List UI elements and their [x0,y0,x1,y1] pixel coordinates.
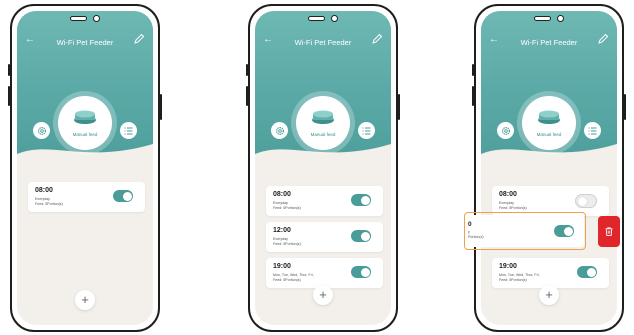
notch [70,15,100,22]
manual-feed-button[interactable]: Manual feed [296,96,350,150]
manual-feed-button[interactable]: Manual feed [58,96,112,150]
schedule-toggle[interactable] [575,194,597,208]
schedule-card[interactable]: 19:00 Mon, Tue, Wed, Thur, Fri, Feed: 5P… [492,258,609,288]
list-button[interactable] [358,122,375,139]
schedule-portions: Feed: 5Portion(s) [35,202,63,206]
manual-feed-label: Manual feed [310,132,336,137]
phone-frame: ← Wi-Fi Pet Feeder Manual feed 08:00 Eve… [246,4,400,332]
schedule-portions: Feed: 5Portion(s) [273,206,301,210]
gear-icon [275,126,284,135]
schedule-details: Everyday Feed: 5Portion(s) [499,201,527,211]
phone-frame: ← Wi-Fi Pet Feeder Manual feed 08:00 Eve… [8,4,162,332]
notch [308,15,338,22]
swipe-highlight [464,212,586,250]
feeder-bowl-icon [312,110,334,124]
settings-button[interactable] [497,122,514,139]
manual-feed-label: Manual feed [72,132,98,137]
schedule-time: 12:00 [273,227,291,234]
schedule-details: Everyday Feed: 5Portion(s) [273,237,301,247]
schedule-toggle[interactable] [577,266,597,278]
schedule-card[interactable]: 08:00 Everyday Feed: 5Portion(s) [266,186,383,216]
list-icon [362,127,371,134]
phone-frame: ← Wi-Fi Pet Feeder Manual feed 08:00 Eve… [472,4,626,332]
delete-button[interactable] [598,216,620,247]
app-screen: ← Wi-Fi Pet Feeder Manual feed 08:00 Eve… [255,11,391,325]
trash-icon [605,227,613,236]
schedule-portions: Feed: 5Portion(s) [499,206,527,210]
schedule-toggle[interactable] [351,194,371,206]
app-screen: ← Wi-Fi Pet Feeder Manual feed 08:00 Eve… [17,11,153,325]
schedule-details: Mon, Tue, Wed, Thur, Fri, Feed: 5Portion… [273,273,314,283]
schedule-card[interactable]: 08:00 Everyday Feed: 5Portion(s) [28,182,145,212]
gear-icon [501,126,510,135]
feeder-bowl-icon [74,110,96,124]
gear-icon [37,126,46,135]
schedule-toggle[interactable] [351,230,371,242]
schedule-details: Mon, Tue, Wed, Thur, Fri, Feed: 5Portion… [499,273,540,283]
app-screen: ← Wi-Fi Pet Feeder Manual feed 08:00 Eve… [481,11,617,325]
schedule-portions: Feed: 5Portion(s) [273,278,301,282]
schedule-toggle[interactable] [351,266,371,278]
schedule-details: Everyday Feed: 5Portion(s) [35,197,63,207]
add-schedule-button[interactable]: + [539,285,559,305]
schedule-toggle[interactable] [113,190,133,202]
schedule-time: 19:00 [273,263,291,270]
schedule-card[interactable]: 12:00 Everyday Feed: 5Portion(s) [266,222,383,252]
settings-button[interactable] [33,122,50,139]
add-schedule-button[interactable]: + [75,290,95,310]
schedule-card[interactable]: 19:00 Mon, Tue, Wed, Thur, Fri, Feed: 5P… [266,258,383,288]
list-icon [588,127,597,134]
schedule-portions: Feed: 5Portion(s) [499,278,527,282]
pencil-icon[interactable] [597,33,609,45]
notch [534,15,564,22]
list-button[interactable] [120,122,137,139]
list-button[interactable] [584,122,601,139]
schedule-time: 08:00 [499,191,517,198]
schedule-details: Everyday Feed: 5Portion(s) [273,201,301,211]
feeder-bowl-icon [538,110,560,124]
schedule-time: 08:00 [273,191,291,198]
schedule-time: 19:00 [499,263,517,270]
pencil-icon[interactable] [371,33,383,45]
list-icon [124,127,133,134]
add-schedule-button[interactable]: + [313,285,333,305]
schedule-time: 08:00 [35,187,53,194]
schedule-portions: Feed: 5Portion(s) [273,242,301,246]
pencil-icon[interactable] [133,33,145,45]
manual-feed-button[interactable]: Manual feed [522,96,576,150]
settings-button[interactable] [271,122,288,139]
manual-feed-label: Manual feed [536,132,562,137]
